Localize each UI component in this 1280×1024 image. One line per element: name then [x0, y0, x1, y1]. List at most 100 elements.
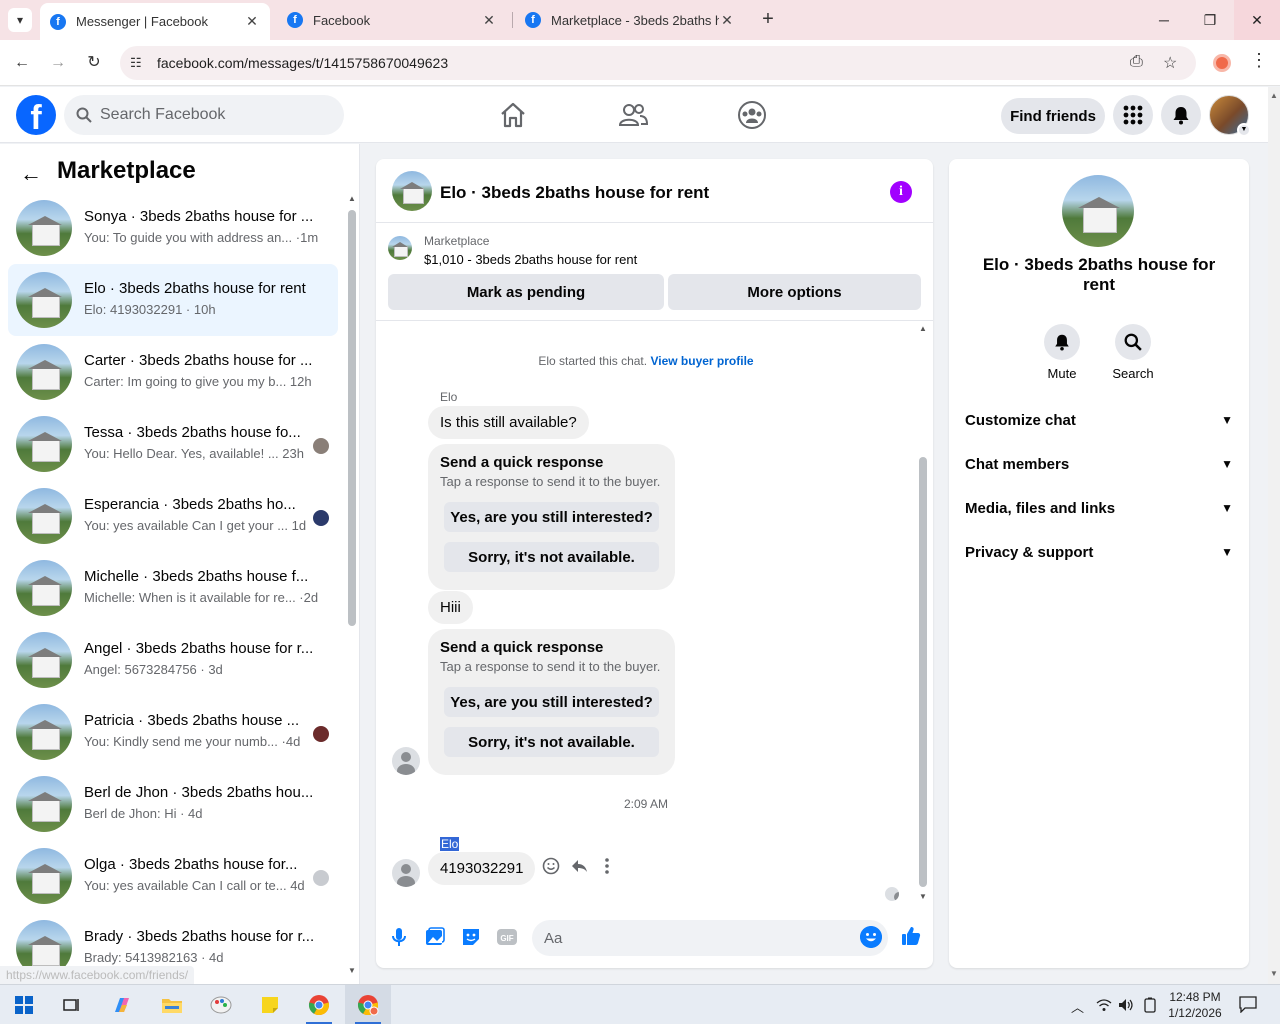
quick-response-no-button[interactable]: Sorry, it's not available. [444, 727, 659, 757]
search-input[interactable] [100, 106, 320, 124]
sticky-notes-icon[interactable] [254, 991, 286, 1019]
sender-avatar[interactable] [392, 747, 420, 775]
forward-arrow-icon[interactable]: → [46, 51, 70, 75]
listing-thumbnail[interactable] [388, 236, 412, 260]
volume-icon[interactable] [1118, 998, 1134, 1012]
page-scrollbar[interactable]: ▲ ▼ [1268, 87, 1280, 984]
chat-avatar[interactable] [392, 171, 432, 211]
task-view-icon[interactable] [56, 991, 88, 1019]
back-arrow-icon[interactable]: ← [10, 51, 34, 75]
photo-icon[interactable] [424, 926, 446, 948]
conversation-item[interactable]: Esperancia · 3beds 2baths ho... You: yes… [8, 480, 338, 552]
windows-start-icon[interactable] [8, 991, 40, 1019]
conversation-item[interactable]: Angel · 3beds 2baths house for r... Ange… [8, 624, 338, 696]
gif-icon[interactable]: GIF [496, 926, 518, 948]
scrollbar-thumb[interactable] [919, 457, 927, 887]
chat-members-row[interactable]: Chat members ▼ [965, 442, 1233, 486]
conversation-item[interactable]: Michelle · 3beds 2baths house f... Miche… [8, 552, 338, 624]
notifications-button[interactable] [1161, 95, 1201, 135]
paint-app-icon[interactable] [205, 991, 237, 1019]
quick-response-yes-button[interactable]: Yes, are you still interested? [444, 687, 659, 717]
install-app-icon[interactable]: ⎙ [1130, 53, 1143, 71]
message-input[interactable] [532, 920, 888, 956]
message-bubble[interactable]: Is this still available? [428, 406, 589, 439]
quick-response-yes-button[interactable]: Yes, are you still interested? [444, 502, 659, 532]
minimize-icon[interactable]: ─ [1141, 0, 1187, 40]
menu-grid-button[interactable] [1113, 95, 1153, 135]
mute-button[interactable] [1044, 324, 1080, 360]
emoji-icon[interactable] [860, 926, 882, 948]
show-hidden-icons-icon[interactable]: ︿ [1071, 997, 1084, 1016]
conversation-list-scrollbar[interactable]: ▲ ▼ [347, 194, 357, 975]
browser-tab-marketplace[interactable]: f Marketplace - 3beds 2baths ho ✕ [515, 3, 745, 37]
message-bubble[interactable]: Hiii [428, 591, 473, 624]
conversation-item[interactable]: Olga · 3beds 2baths house for... You: ye… [8, 840, 338, 912]
back-arrow-icon[interactable]: ← [20, 161, 42, 187]
url-text[interactable]: facebook.com/messages/t/1415758670049623 [157, 55, 448, 71]
more-actions-icon[interactable] [603, 857, 611, 875]
reply-icon[interactable] [570, 857, 588, 875]
customize-chat-row[interactable]: Customize chat ▼ [965, 398, 1233, 442]
browser-tab-messenger[interactable]: f Messenger | Facebook ✕ [40, 3, 270, 40]
search-in-chat-button[interactable] [1115, 324, 1151, 360]
facebook-search[interactable] [64, 95, 344, 135]
reload-icon[interactable]: ↻ [82, 51, 106, 75]
conversation-item[interactable]: Tessa · 3beds 2baths house fo... You: He… [8, 408, 338, 480]
groups-icon[interactable] [736, 99, 768, 131]
conversation-item[interactable]: Berl de Jhon · 3beds 2baths hou... Berl … [8, 768, 338, 840]
new-tab-button[interactable]: + [756, 8, 780, 32]
profile-avatar[interactable]: ▼ [1209, 95, 1251, 137]
wifi-icon[interactable] [1096, 998, 1112, 1012]
battery-icon[interactable] [1142, 997, 1158, 1013]
sticker-icon[interactable] [460, 926, 482, 948]
info-icon[interactable]: i [890, 181, 912, 203]
scroll-up-icon[interactable]: ▲ [1270, 91, 1278, 100]
system-clock[interactable]: 12:48 PM 1/12/2026 [1162, 989, 1228, 1021]
facebook-logo-icon[interactable]: f [16, 95, 56, 135]
more-options-button[interactable]: More options [668, 274, 921, 310]
scroll-up-icon[interactable]: ▲ [348, 194, 356, 203]
home-icon[interactable] [497, 99, 529, 131]
chat-title[interactable]: Elo · 3beds 2baths house for rent [440, 183, 709, 203]
mark-as-pending-button[interactable]: Mark as pending [388, 274, 664, 310]
microphone-icon[interactable] [388, 926, 410, 948]
restore-icon[interactable]: ❐ [1187, 0, 1233, 40]
extension-icon[interactable] [1213, 54, 1231, 72]
scrollbar-thumb[interactable] [348, 210, 356, 626]
bookmark-star-icon[interactable]: ☆ [1163, 53, 1177, 73]
address-bar[interactable]: ☷ facebook.com/messages/t/14157586700496… [120, 46, 1196, 80]
quick-response-no-button[interactable]: Sorry, it's not available. [444, 542, 659, 572]
conversation-item[interactable]: Patricia · 3beds 2baths house ... You: K… [8, 696, 338, 768]
message-bubble[interactable]: 4193032291 [428, 852, 536, 885]
conversation-item-selected[interactable]: Elo · 3beds 2baths house for rent Elo: 4… [8, 264, 338, 336]
privacy-support-row[interactable]: Privacy & support ▼ [965, 530, 1233, 574]
site-info-icon[interactable]: ☷ [130, 55, 142, 71]
thumbs-up-icon[interactable] [900, 925, 922, 947]
sender-avatar[interactable] [392, 859, 420, 887]
friends-icon[interactable] [617, 99, 649, 131]
scroll-down-icon[interactable]: ▼ [919, 892, 927, 901]
search-action[interactable]: Search [1103, 324, 1163, 381]
chat-scrollbar[interactable]: ▲ ▼ [917, 324, 929, 924]
conversation-item[interactable]: Carter · 3beds 2baths house for ... Cart… [8, 336, 338, 408]
conversation-item[interactable]: Sonya · 3beds 2baths house for ... You: … [8, 192, 338, 264]
react-emoji-icon[interactable] [542, 857, 560, 875]
notification-center-icon[interactable] [1239, 996, 1257, 1013]
tab-search-dropdown-icon[interactable]: ▾ [8, 8, 32, 32]
listing-avatar-large[interactable] [1062, 175, 1134, 247]
window-close-icon[interactable]: ✕ [1234, 0, 1280, 40]
listing-price[interactable]: $1,010 - 3beds 2baths house for rent [424, 252, 637, 267]
tab-close-icon[interactable]: ✕ [719, 12, 735, 29]
scroll-down-icon[interactable]: ▼ [1270, 969, 1278, 978]
file-explorer-icon[interactable] [156, 991, 188, 1019]
mute-action[interactable]: Mute [1032, 324, 1092, 381]
chrome-icon[interactable] [303, 991, 335, 1019]
media-files-links-row[interactable]: Media, files and links ▼ [965, 486, 1233, 530]
chrome-profile-icon[interactable] [352, 991, 384, 1019]
view-buyer-profile-link[interactable]: View buyer profile [650, 354, 753, 368]
browser-tab-facebook[interactable]: f Facebook ✕ [277, 3, 507, 37]
tab-close-icon[interactable]: ✕ [244, 13, 260, 30]
tab-close-icon[interactable]: ✕ [481, 12, 497, 29]
browser-menu-icon[interactable]: ⋮ [1250, 50, 1268, 71]
scroll-up-icon[interactable]: ▲ [919, 324, 927, 333]
